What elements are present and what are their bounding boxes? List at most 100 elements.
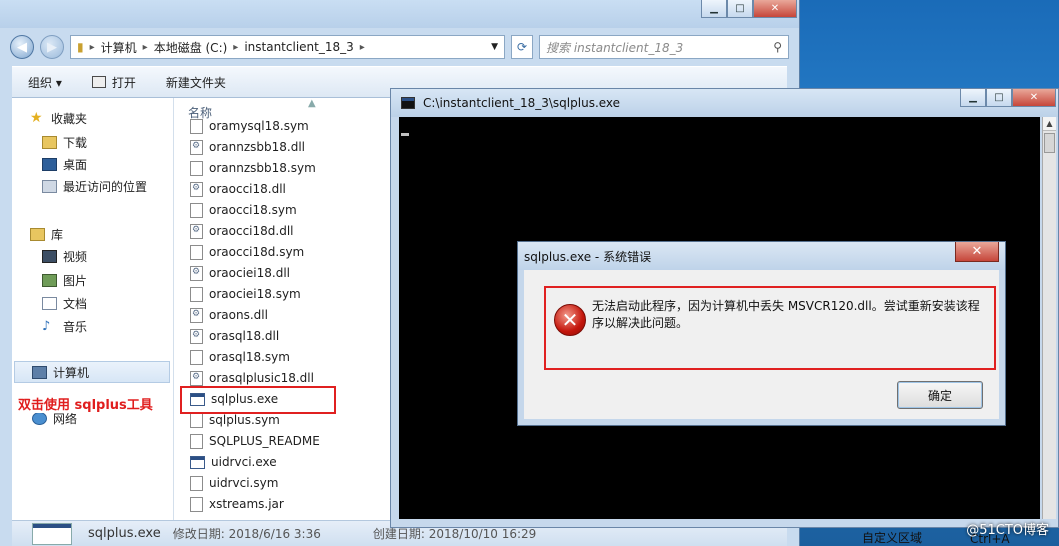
nav-downloads[interactable]: 下载 [42, 134, 87, 151]
console-scrollbar[interactable]: ▲ [1042, 117, 1056, 519]
file-name: oraocci18.sym [209, 203, 297, 217]
refresh-button[interactable]: ⟳ [511, 35, 533, 59]
file-row[interactable]: oraociei18.dll [190, 263, 290, 283]
nav-libraries[interactable]: 库 [30, 226, 63, 243]
status-modified: 修改日期: 2018/6/16 3:36 [172, 527, 321, 541]
file-name: SQLPLUS_README [209, 434, 320, 448]
nav-computer[interactable]: 计算机 [32, 364, 89, 381]
file-name: oraons.dll [209, 308, 268, 322]
computer-icon [32, 366, 47, 379]
forward-button[interactable]: ▶ [40, 35, 64, 59]
ok-button[interactable]: 确定 [897, 381, 983, 409]
address-bar[interactable]: ▮ ▸ 计算机 ▸ 本地磁盘 (C:) ▸ instantclient_18_3… [70, 35, 505, 59]
message-highlight-box: ✕ 无法启动此程序，因为计算机中丢失 MSVCR120.dll。尝试重新安装该程… [544, 286, 996, 370]
file-row[interactable]: SQLPLUS_README [190, 431, 320, 451]
file-row[interactable]: oraocci18d.sym [190, 242, 304, 262]
new-folder-button[interactable]: 新建文件夹 [166, 74, 226, 91]
search-input[interactable]: 搜索 instantclient_18_3 ⚲ [539, 35, 789, 59]
file-row[interactable]: oraocci18d.dll [190, 221, 294, 241]
console-icon [401, 97, 415, 109]
file-row[interactable]: uidrvci.exe [190, 452, 277, 472]
status-custom-area: 自定义区域 [862, 531, 923, 545]
nav-recent[interactable]: 最近访问的位置 [42, 178, 147, 195]
console-maximize-button[interactable]: □ [986, 89, 1012, 107]
scroll-thumb[interactable] [1044, 133, 1055, 153]
file-row[interactable]: oraons.dll [190, 305, 268, 325]
dll-file-icon [190, 307, 203, 323]
file-row[interactable]: xstreams.jar [190, 494, 284, 514]
library-icon [30, 228, 45, 241]
file-name: sqlplus.sym [209, 413, 280, 427]
file-name: oraociei18.dll [209, 266, 290, 280]
breadcrumb-drive[interactable]: 本地磁盘 (C:) [154, 39, 228, 56]
error-icon: ✕ [554, 304, 586, 336]
file-icon [190, 496, 203, 512]
nav-documents[interactable]: 文档 [42, 295, 87, 312]
file-icon [190, 412, 203, 428]
maximize-button[interactable]: □ [727, 0, 753, 18]
nav-favorites[interactable]: ★ 收藏夹 [30, 110, 87, 127]
file-name: orasql18.dll [209, 329, 280, 343]
file-thumbnail-icon [32, 523, 72, 545]
dialog-title: sqlplus.exe - 系统错误 [524, 249, 652, 264]
back-button[interactable]: ◀ [10, 35, 34, 59]
breadcrumb-folder[interactable]: instantclient_18_3 [244, 40, 353, 54]
file-name: oraocci18d.dll [209, 224, 294, 238]
sort-arrow-icon[interactable]: ▲ [308, 98, 316, 109]
explorer-titlebar: ▁ □ ✕ [0, 0, 799, 28]
close-button[interactable]: ✕ [753, 0, 797, 18]
console-titlebar: C:\instantclient_18_3\sqlplus.exe ▁ □ ✕ [391, 89, 1058, 117]
watermark: @51CTO博客 [966, 523, 1049, 538]
file-row[interactable]: oraociei18.sym [190, 284, 301, 304]
file-name: oraocci18d.sym [209, 245, 305, 259]
file-icon [190, 160, 203, 176]
file-name: oramysql18.sym [209, 119, 309, 133]
app-icon [91, 76, 106, 88]
error-message: 无法启动此程序，因为计算机中丢失 MSVCR120.dll。尝试重新安装该程序以… [592, 299, 980, 330]
folder-icon: ▮ [77, 40, 84, 54]
console-minimize-button[interactable]: ▁ [960, 89, 986, 107]
file-row[interactable]: orasql18.sym [190, 347, 290, 367]
recent-places-icon [42, 180, 57, 193]
open-button[interactable]: 打开 [91, 74, 136, 91]
exe-file-icon [190, 455, 205, 469]
file-row[interactable]: oraocci18.sym [190, 200, 297, 220]
file-row[interactable]: oraocci18.dll [190, 179, 286, 199]
console-title: C:\instantclient_18_3\sqlplus.exe [423, 96, 621, 110]
dialog-titlebar: sqlplus.exe - 系统错误 [518, 242, 1005, 270]
file-icon [190, 202, 203, 218]
file-icon [190, 118, 203, 134]
file-name: uidrvci.exe [211, 455, 277, 469]
nav-music[interactable]: ♪ 音乐 [42, 318, 87, 335]
status-filename: sqlplus.exe [88, 526, 161, 541]
annotation-label: 双击使用 sqlplus工具 [18, 394, 153, 413]
chevron-down-icon[interactable]: ▼ [491, 42, 498, 52]
breadcrumb-computer[interactable]: 计算机 [101, 39, 137, 56]
file-row[interactable]: orannzsbb18.sym [190, 158, 316, 178]
dialog-close-button[interactable]: ✕ [955, 242, 999, 262]
star-icon: ★ [30, 110, 43, 126]
file-row[interactable]: orasql18.dll [190, 326, 279, 346]
file-row[interactable]: orannzsbb18.dll [190, 137, 305, 157]
scroll-up-icon[interactable]: ▲ [1043, 117, 1056, 131]
file-name: oraocci18.dll [209, 182, 286, 196]
organize-menu[interactable]: 组织 ▾ [28, 74, 62, 91]
dll-file-icon [190, 139, 203, 155]
console-close-button[interactable]: ✕ [1012, 89, 1056, 107]
dll-file-icon [190, 223, 203, 239]
file-row[interactable]: oramysql18.sym [190, 116, 309, 136]
minimize-button[interactable]: ▁ [701, 0, 727, 18]
file-icon [190, 433, 203, 449]
file-row[interactable]: uidrvci.sym [190, 473, 278, 493]
search-icon: ⚲ [773, 40, 782, 54]
desktop-icon [42, 158, 57, 171]
file-icon [190, 349, 203, 365]
file-name: xstreams.jar [209, 497, 284, 511]
nav-pictures[interactable]: 图片 [42, 272, 87, 289]
nav-videos[interactable]: 视频 [42, 248, 87, 265]
pictures-icon [42, 274, 57, 287]
nav-desktop[interactable]: 桌面 [42, 156, 87, 173]
text-cursor [401, 133, 409, 136]
file-row[interactable]: orasqlplusic18.dll [190, 368, 314, 388]
network-icon [32, 412, 47, 425]
